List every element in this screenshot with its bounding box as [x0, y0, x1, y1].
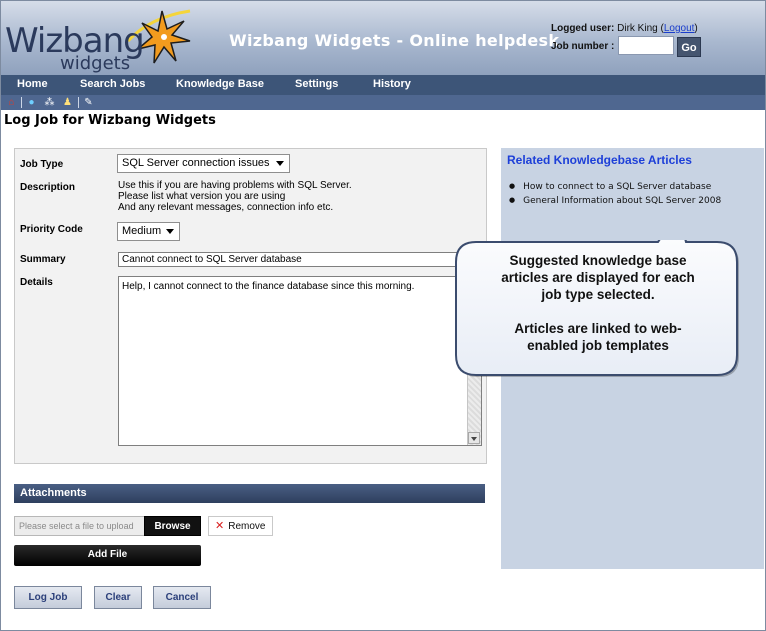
priority-code-value: Medium — [122, 225, 162, 237]
description-line: And any relevant messages, connection in… — [118, 202, 334, 213]
details-text: Help, I cannot connect to the finance da… — [122, 281, 415, 292]
log-job-button[interactable]: Log Job — [14, 586, 82, 609]
logout-paren-close: ) — [694, 23, 698, 34]
logged-user-label: Logged user: — [551, 23, 615, 34]
toolbar-divider — [78, 97, 79, 108]
log-job-form: Job Type SQL Server connection issues De… — [14, 148, 487, 464]
logo-subtitle: widgets — [60, 53, 131, 74]
chevron-down-icon — [276, 161, 284, 166]
home-icon[interactable]: ⌂ — [6, 97, 17, 108]
nav-settings[interactable]: Settings — [295, 78, 338, 90]
remove-label: Remove — [228, 521, 266, 532]
users-icon[interactable]: ♟ — [62, 97, 73, 108]
description-line: Please list what version you are using — [118, 191, 286, 202]
priority-code-select[interactable]: Medium — [117, 222, 180, 241]
globe-icon[interactable]: ● — [26, 97, 37, 108]
nav-search-jobs[interactable]: Search Jobs — [80, 78, 145, 90]
details-textarea[interactable]: Help, I cannot connect to the finance da… — [118, 276, 482, 446]
logged-user-name: Dirk King — [617, 23, 658, 34]
kb-panel-title: Related Knowledgebase Articles — [507, 153, 692, 167]
attachments-header: Attachments — [14, 484, 485, 503]
details-label: Details — [20, 277, 53, 288]
callout-text: Suggested knowledge base articles are di… — [460, 252, 736, 354]
main-nav: Home Search Jobs Knowledge Base Settings… — [1, 75, 765, 95]
cancel-button[interactable]: Cancel — [153, 586, 211, 609]
job-type-select[interactable]: SQL Server connection issues — [117, 154, 290, 173]
close-icon: ✕ — [215, 520, 225, 532]
network-icon[interactable]: ⁂ — [44, 97, 55, 108]
wizbang-logo[interactable]: Wizbang widgets — [5, 7, 195, 74]
callout-spacer — [460, 303, 736, 320]
description-line: Use this if you are having problems with… — [118, 180, 352, 191]
callout-line: enabled job templates — [527, 338, 669, 353]
job-type-value: SQL Server connection issues — [122, 157, 270, 169]
kb-article-list: How to connect to a SQL Server database … — [509, 180, 721, 208]
file-upload-input[interactable]: Please select a file to upload — [14, 516, 145, 536]
nav-history[interactable]: History — [373, 78, 411, 90]
callout-line: Suggested knowledge base — [509, 253, 687, 268]
job-number-label: Job number : — [551, 41, 615, 52]
nav-knowledge-base[interactable]: Knowledge Base — [176, 78, 264, 90]
go-button[interactable]: Go — [677, 37, 701, 57]
page-title: Log Job for Wizbang Widgets — [4, 113, 216, 128]
summary-input[interactable]: Cannot connect to SQL Server database — [118, 252, 482, 267]
logged-user-info: Logged user: Dirk King (Logout) — [551, 23, 698, 34]
summary-label: Summary — [20, 254, 66, 265]
browse-button[interactable]: Browse — [144, 516, 201, 536]
toolbar-divider — [21, 97, 22, 108]
job-number-input[interactable] — [618, 36, 674, 55]
callout-line: job type selected. — [541, 287, 655, 302]
job-type-label: Job Type — [20, 159, 64, 170]
chevron-down-icon — [166, 229, 174, 234]
remove-button[interactable]: ✕ Remove — [208, 516, 273, 536]
icon-toolbar: ⌂ ● ⁂ ♟ ✎ — [1, 95, 765, 110]
kb-article-link[interactable]: How to connect to a SQL Server database — [509, 180, 721, 194]
nav-home[interactable]: Home — [17, 78, 48, 90]
job-type-description: Use this if you are having problems with… — [118, 180, 352, 213]
kb-article-link[interactable]: General Information about SQL Server 200… — [509, 194, 721, 208]
description-label: Description — [20, 182, 76, 193]
callout-line: articles are displayed for each — [501, 270, 695, 285]
logout-link[interactable]: Logout — [664, 23, 695, 34]
add-file-button[interactable]: Add File — [14, 545, 201, 566]
scroll-down-icon[interactable] — [468, 432, 480, 444]
priority-code-label: Priority Code — [20, 224, 83, 235]
new-job-icon[interactable]: ✎ — [83, 97, 94, 108]
app-title: Wizbang Widgets - Online helpdesk — [229, 31, 560, 50]
callout-line: Articles are linked to web- — [514, 321, 682, 336]
clear-button[interactable]: Clear — [94, 586, 142, 609]
